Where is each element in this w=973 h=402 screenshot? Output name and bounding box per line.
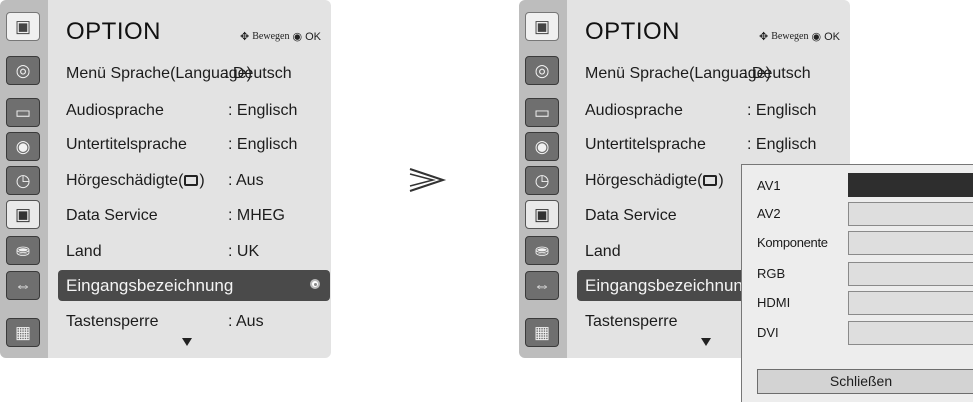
lock-icon[interactable]: ⛂ — [6, 236, 40, 265]
menu-title: OPTION — [66, 18, 162, 45]
ok-dot-icon: ◉ — [811, 31, 822, 43]
speaker-icon[interactable]: ◉ — [525, 132, 559, 161]
menu-row-input-label[interactable]: Eingangsbezeichnung — [58, 270, 330, 301]
icon-column: ▣ ◎ ▭ ◉ ◷ ▣ ⛂ ⇔ ▦ — [0, 0, 48, 358]
menu-row-language[interactable]: Menü Sprache(Language) : Deutsch — [58, 58, 330, 89]
option-icon[interactable]: ▣ — [6, 200, 40, 229]
popup-item-label: AV2 — [757, 206, 781, 221]
clock-icon[interactable]: ◷ — [6, 166, 40, 195]
icon-column: ▣ ◎ ▭ ◉ ◷ ▣ ⛂ ⇔ ▦ — [519, 0, 567, 358]
menu-row-hearing[interactable]: Hörgeschädigte() : Aus — [58, 165, 330, 196]
popup-item-label: Komponente — [757, 235, 828, 250]
move-arrows-icon: ✥ — [240, 31, 250, 43]
menu-row-language[interactable]: Menü Sprache(Language) : Deutsch — [577, 58, 849, 89]
menu-row-subtitle[interactable]: Untertitelsprache : Englisch — [58, 129, 330, 160]
menu-row-audio[interactable]: Audiosprache : Englisch — [58, 95, 330, 126]
popup-item-label: HDMI — [757, 295, 791, 310]
option-panel: OPTION ✥ Bewegen ◉ OK Menü Sprache(Langu… — [48, 0, 331, 358]
subtitle-box-icon — [184, 175, 199, 186]
input-label-popup: AV1 AV2 Komponente RGB HDMI DVI Schließe… — [741, 164, 973, 402]
popup-item-label: AV1 — [757, 178, 781, 193]
popup-field-dvi[interactable] — [848, 321, 973, 345]
popup-field-hdmi[interactable] — [848, 291, 973, 315]
plug-icon[interactable]: ⇔ — [6, 271, 40, 300]
close-button[interactable]: Schließen — [757, 369, 973, 394]
option-menu-icon: ▣ — [6, 12, 40, 41]
transition-arrow-icon — [409, 168, 447, 192]
speaker-icon[interactable]: ◉ — [6, 132, 40, 161]
menu-row-audio[interactable]: Audiosprache : Englisch — [577, 95, 849, 126]
screen-icon[interactable]: ▭ — [6, 98, 40, 127]
menu-row-input-label[interactable]: Eingangsbezeichnun — [577, 270, 744, 301]
satellite-icon[interactable]: ◎ — [525, 56, 559, 85]
menu-header: OPTION ✥ Bewegen ◉ OK — [48, 0, 331, 58]
popup-item-label: RGB — [757, 266, 786, 281]
ok-label: OK — [305, 30, 321, 43]
popup-field-av1[interactable] — [848, 173, 973, 197]
photo-icon[interactable]: ▦ — [525, 318, 559, 347]
popup-field-rgb[interactable] — [848, 262, 973, 286]
menu-row-data-service[interactable]: Data Service : MHEG — [58, 200, 330, 231]
menu-row-key-lock[interactable]: Tastensperre : Aus — [58, 306, 330, 337]
enter-icon — [310, 279, 320, 289]
popup-field-component[interactable] — [848, 231, 973, 255]
menu-row-country[interactable]: Land : UK — [58, 236, 330, 267]
option-menu-before: ▣ ◎ ▭ ◉ ◷ ▣ ⛂ ⇔ ▦ OPTION ✥ Bewegen ◉ OK … — [0, 0, 331, 358]
ok-dot-icon: ◉ — [292, 31, 303, 43]
clock-icon[interactable]: ◷ — [525, 166, 559, 195]
screen-icon[interactable]: ▭ — [525, 98, 559, 127]
plug-icon[interactable]: ⇔ — [525, 271, 559, 300]
scroll-down-icon[interactable] — [701, 338, 711, 346]
nav-hint: ✥ Bewegen ◉ OK — [759, 30, 840, 44]
nav-hint-label: Bewegen — [771, 31, 809, 42]
ok-label: OK — [824, 30, 840, 43]
option-menu-icon: ▣ — [525, 12, 559, 41]
subtitle-box-icon — [703, 175, 718, 186]
scroll-down-icon[interactable] — [182, 338, 192, 346]
popup-field-av2[interactable] — [848, 202, 973, 226]
nav-hint-label: Bewegen — [252, 31, 290, 42]
menu-title: OPTION — [585, 18, 681, 45]
lock-icon[interactable]: ⛂ — [525, 236, 559, 265]
menu-row-subtitle[interactable]: Untertitelsprache : Englisch — [577, 129, 849, 160]
popup-item-label: DVI — [757, 325, 779, 340]
nav-hint: ✥ Bewegen ◉ OK — [240, 30, 321, 44]
option-icon[interactable]: ▣ — [525, 200, 559, 229]
photo-icon[interactable]: ▦ — [6, 318, 40, 347]
move-arrows-icon: ✥ — [759, 31, 769, 43]
menu-header: OPTION ✥ Bewegen ◉ OK — [567, 0, 850, 58]
satellite-icon[interactable]: ◎ — [6, 56, 40, 85]
